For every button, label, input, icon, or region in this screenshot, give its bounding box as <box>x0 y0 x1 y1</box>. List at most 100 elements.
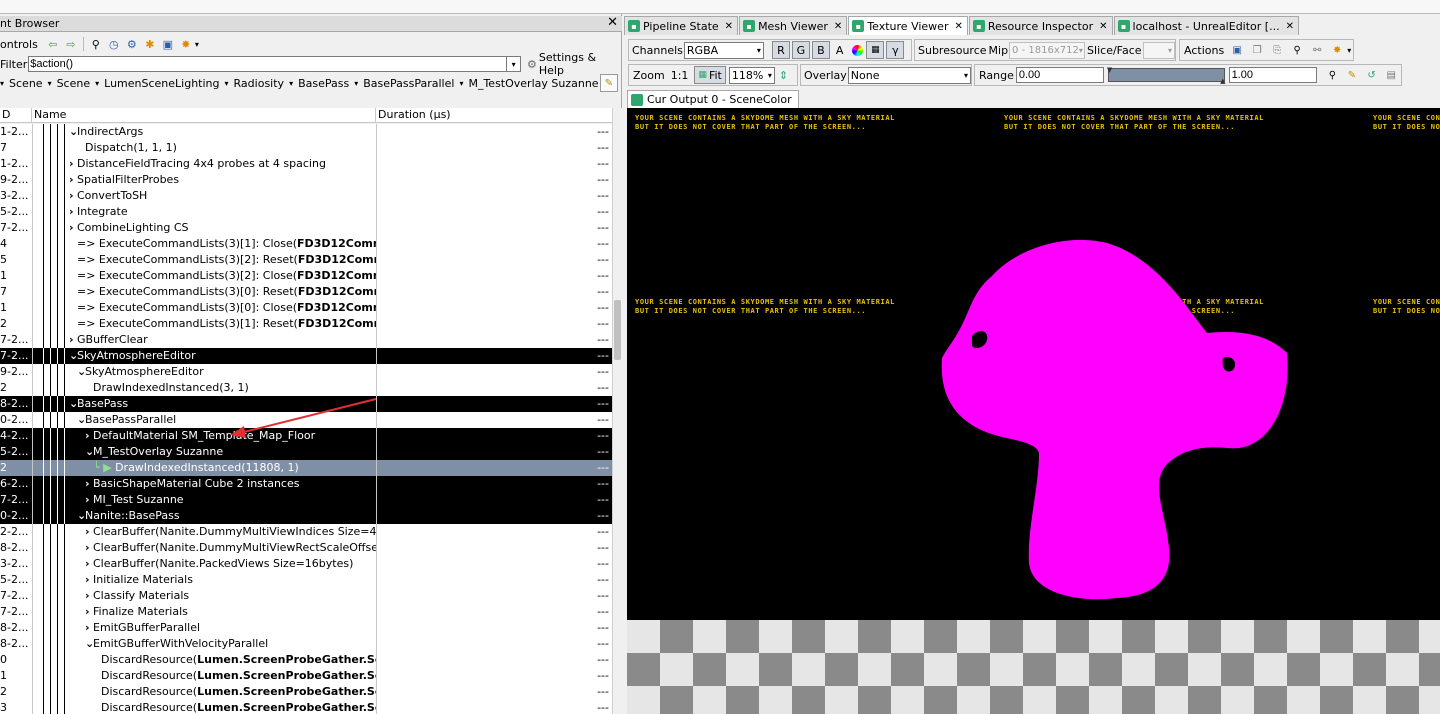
table-row[interactable]: 8-2... › ClearBuffer(Nanite.DummyMultiView… <box>0 540 612 556</box>
breadcrumb-item[interactable]: Scene <box>9 77 43 90</box>
table-row[interactable]: 0-2... ⌄BasePassParallel --- <box>0 412 612 428</box>
chevron-down-icon[interactable]: ⌄ <box>69 396 78 412</box>
chevron-right-icon[interactable]: › <box>69 220 77 236</box>
table-row[interactable]: 2-2... › ClearBuffer(Nanite.DummyMultiView… <box>0 524 612 540</box>
settings-gear-icon[interactable]: ⚙ <box>123 35 141 53</box>
table-row[interactable]: 2 DiscardResource(Lumen.ScreenProbeGather… <box>0 684 612 700</box>
close-icon[interactable]: ✕ <box>607 16 618 30</box>
chevron-right-icon[interactable]: › <box>69 188 77 204</box>
breadcrumb-item[interactable]: LumenSceneLighting <box>104 77 219 90</box>
channel-b-toggle[interactable]: B <box>811 41 830 59</box>
chevron-right-icon[interactable]: › <box>85 556 93 572</box>
range-handle-min[interactable]: ▼ <box>1107 66 1112 74</box>
timer-icon[interactable]: ◷ <box>105 35 123 53</box>
chevron-down-icon[interactable]: ▾ <box>507 56 521 72</box>
table-row[interactable]: 1 DiscardResource(Lumen.ScreenProbeGather… <box>0 668 612 684</box>
tab-pipeline-state[interactable]: ▪ Pipeline State ✕ <box>624 16 739 35</box>
column-header-eid[interactable]: D <box>0 108 32 122</box>
tab-mesh-viewer[interactable]: ▪ Mesh Viewer ✕ <box>739 16 848 35</box>
reset-icon[interactable]: ↺ <box>1365 68 1379 82</box>
range-min-input[interactable] <box>1015 67 1104 83</box>
vertical-scrollbar[interactable] <box>612 108 622 714</box>
chevron-right-icon[interactable]: › <box>69 332 77 348</box>
filter-input[interactable] <box>28 56 508 72</box>
table-row[interactable]: 7-2... › GBufferClear --- <box>0 332 612 348</box>
chevron-down-icon[interactable]: ▾ <box>48 79 52 88</box>
table-row[interactable]: 4 => ExecuteCommandLists(3)[1]: Close(FD3… <box>0 236 612 252</box>
range-handle-max[interactable]: ▲ <box>1220 77 1225 85</box>
chevron-down-icon[interactable]: ▾ <box>95 79 99 88</box>
table-row[interactable]: 3 DiscardResource(Lumen.ScreenProbeGather… <box>0 700 612 714</box>
table-row[interactable]: 9-2... ⌄SkyAtmosphereEditor --- <box>0 364 612 380</box>
color-wheel-icon[interactable] <box>852 44 864 56</box>
breadcrumb-item[interactable]: BasePass <box>298 77 349 90</box>
table-row[interactable]: 7-2... ⌄SkyAtmosphereEditor --- <box>0 348 612 364</box>
chevron-right-icon[interactable]: › <box>85 492 93 508</box>
table-row[interactable]: 8-2... ⌄BasePass --- <box>0 396 612 412</box>
table-row[interactable]: 5-2... ⌄M_TestOverlay Suzanne --- <box>0 444 612 460</box>
table-row[interactable]: 5-2... › Initialize Materials --- <box>0 572 612 588</box>
overlay-select[interactable]: None ▾ <box>847 66 971 84</box>
table-row[interactable]: 7-2... › CombineLighting CS --- <box>0 220 612 236</box>
chevron-down-icon[interactable]: ⌄ <box>69 124 78 140</box>
bookmark-icon[interactable]: ✱ <box>141 35 159 53</box>
channel-g-toggle[interactable]: G <box>791 41 810 59</box>
column-header-duration[interactable]: Duration (µs) <box>376 108 612 122</box>
chevron-down-icon[interactable]: ⌄ <box>77 364 86 380</box>
next-arrow-icon[interactable]: ⇨ <box>62 35 80 53</box>
zoom-range-icon[interactable]: ⚲ <box>1326 68 1340 82</box>
chevron-down-icon[interactable]: ▾ <box>1347 46 1351 55</box>
channel-r-toggle[interactable]: R <box>771 41 790 59</box>
tab-localhost[interactable]: ▪ localhost - UnrealEditor [... ✕ <box>1113 16 1299 35</box>
highlight-icon[interactable]: ✸ <box>1330 43 1344 57</box>
channel-a-toggle[interactable]: A <box>836 44 844 57</box>
save-icon[interactable]: ▣ <box>1230 43 1244 57</box>
chevron-down-icon[interactable]: ▾ <box>225 79 229 88</box>
breadcrumb-item[interactable]: BasePassParallel <box>363 77 454 90</box>
breadcrumb-item[interactable]: M_TestOverlay Suzanne <box>468 77 598 90</box>
chevron-right-icon[interactable]: › <box>85 428 93 444</box>
table-row[interactable]: 5 => ExecuteCommandLists(3)[2]: Reset(FD3… <box>0 252 612 268</box>
breadcrumb-item[interactable]: Radiosity <box>234 77 285 90</box>
find-binoculars-icon[interactable]: ⚲ <box>1290 43 1304 57</box>
table-row[interactable]: 7-2... › Finalize Materials --- <box>0 604 612 620</box>
chevron-right-icon[interactable]: › <box>85 620 93 636</box>
channels-select[interactable]: RGBA ▾ <box>683 41 764 59</box>
edit-pencil-icon[interactable]: ✎ <box>600 74 618 92</box>
wand-icon[interactable]: ✎ <box>1345 68 1359 82</box>
chevron-down-icon[interactable]: ⌄ <box>77 412 86 428</box>
scrollbar-thumb[interactable] <box>614 300 621 360</box>
table-row[interactable]: 7 => ExecuteCommandLists(3)[0]: Reset(FD3… <box>0 284 612 300</box>
chevron-right-icon[interactable]: › <box>85 524 93 540</box>
breadcrumb-item[interactable]: Scene <box>57 77 91 90</box>
zoom-select[interactable]: 118% ▾ <box>728 66 775 84</box>
chevron-down-icon[interactable]: ⌄ <box>85 636 94 652</box>
link-icon[interactable]: ⚯ <box>1310 43 1324 57</box>
table-row[interactable]: 5-2... › Integrate --- <box>0 204 612 220</box>
chevron-right-icon[interactable]: › <box>69 204 77 220</box>
table-row[interactable]: 0-2... ⌄Nanite::BasePass --- <box>0 508 612 524</box>
table-row[interactable]: 1-2... ⌄IndirectArgs --- <box>0 124 612 140</box>
copy-icon[interactable]: ❐ <box>1250 43 1264 57</box>
chevron-down-icon[interactable]: ▾ <box>459 79 463 88</box>
close-icon[interactable]: ✕ <box>834 21 842 32</box>
close-icon[interactable]: ✕ <box>725 21 733 32</box>
range-max-input[interactable] <box>1228 67 1317 83</box>
table-row[interactable]: 1 => ExecuteCommandLists(3)[2]: Close(FD3… <box>0 268 612 284</box>
table-row[interactable]: 3-2... › ConvertToSH --- <box>0 188 612 204</box>
table-row[interactable]: 7 Dispatch(1, 1, 1) --- <box>0 140 612 156</box>
chevron-down-icon[interactable]: ⌄ <box>69 348 78 364</box>
zoom-one-to-one-button[interactable]: 1:1 <box>671 69 689 82</box>
fit-button[interactable]: ▦ Fit <box>694 66 726 84</box>
previous-arrow-icon[interactable]: ⇦ <box>44 35 62 53</box>
table-row[interactable]: 2 => ExecuteCommandLists(3)[1]: Reset(FD3… <box>0 316 612 332</box>
mip-select[interactable]: 0 - 1816x712 ▾ <box>1009 41 1086 59</box>
table-row[interactable]: 6-2... › BasicShapeMaterial Cube 2 instanc… <box>0 476 612 492</box>
table-row[interactable]: 7-2... › Classify Materials --- <box>0 588 612 604</box>
highlight-icon[interactable]: ✸ <box>177 35 195 53</box>
chevron-right-icon[interactable]: › <box>85 604 93 620</box>
output-tab[interactable]: Cur Output 0 - SceneColor <box>627 90 799 108</box>
chevron-down-icon[interactable]: ▾ <box>289 79 293 88</box>
table-row[interactable]: 4-2... › DefaultMaterial SM_Template_Map_F… <box>0 428 612 444</box>
close-icon[interactable]: ✕ <box>1286 21 1294 32</box>
